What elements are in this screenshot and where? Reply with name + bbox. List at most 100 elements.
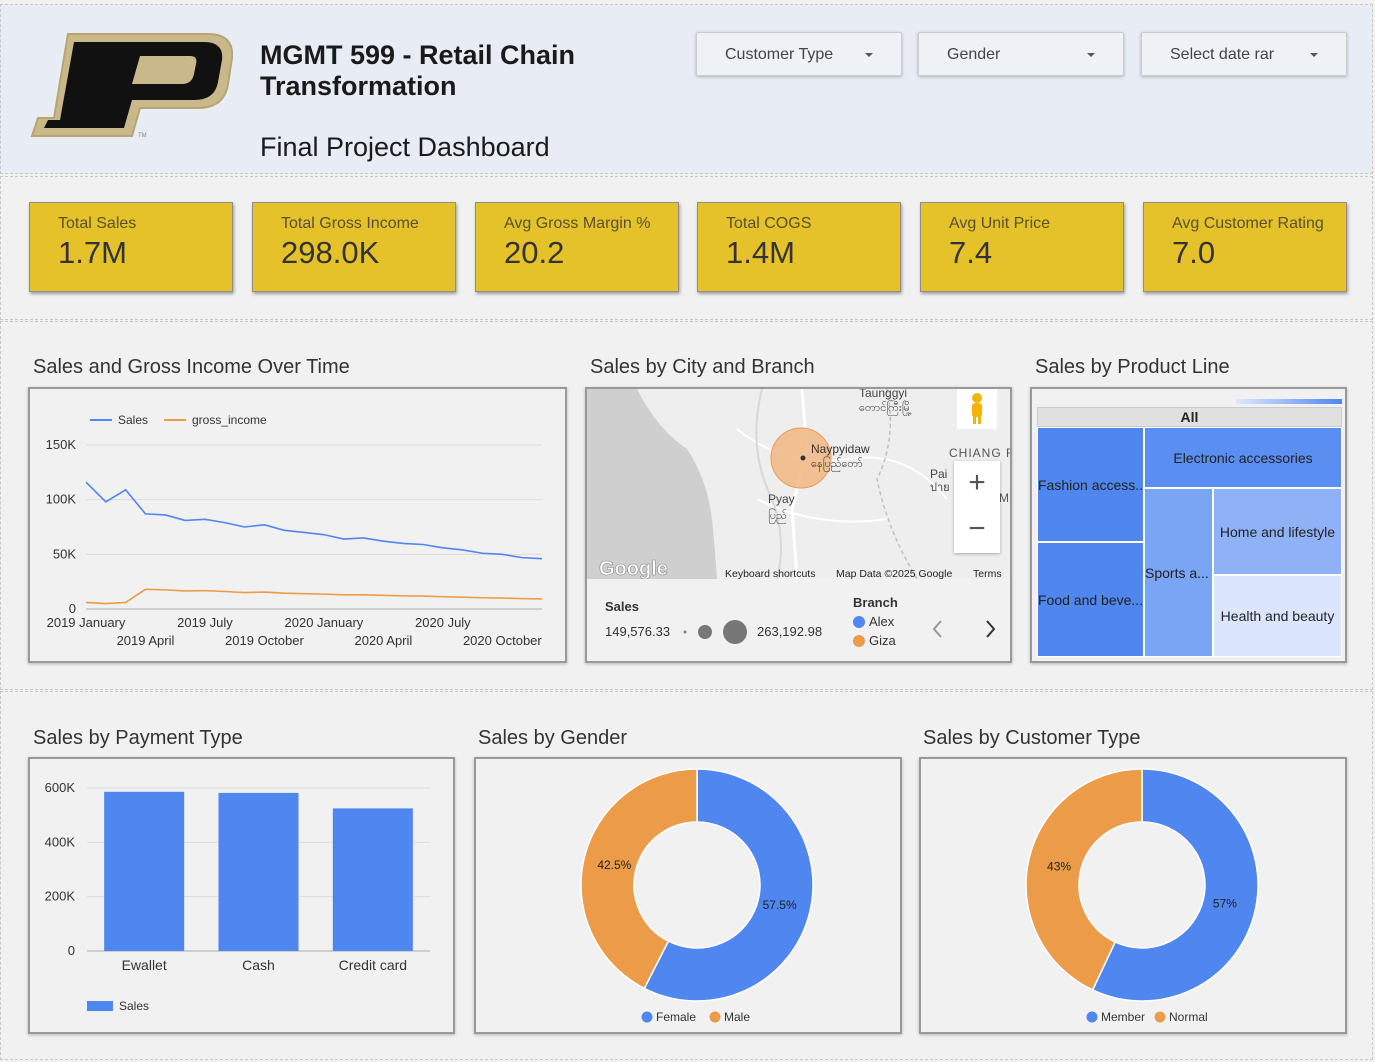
y-tick-label: 50K [53,546,76,561]
kpi-total-sales: Total Sales 1.7M [29,202,233,292]
x-tick-label: 2019 April [117,633,175,648]
x-tick-label: 2020 July [415,615,471,630]
payment-chart-title: Sales by Payment Type [33,727,243,749]
map-place-label: Naypyidaw [811,442,870,456]
map-data-attribution: Map Data ©2025 Google [836,568,952,579]
chevron-left-icon[interactable] [932,620,942,638]
kpi-value: 7.4 [949,235,993,270]
purdue-p-logo: TM [30,33,234,139]
treemap-title: Sales by Product Line [1035,356,1230,378]
treemap-cell-home[interactable]: Home and lifestyle [1213,488,1342,575]
legend-label: Sales [118,413,148,427]
size-legend-dot [698,625,712,639]
y-tick-label: 200K [45,889,76,904]
map-panel: Taunggyi တောင်ကြီးမြို့ Naypyidaw နေပြည်… [585,387,1012,663]
chevron-down-icon [865,53,873,57]
x-tick-label: 2019 July [177,615,233,630]
map-place-label: Pyay [768,492,795,506]
y-tick-label: 100K [46,492,77,507]
kpi-label: Avg Customer Rating [1172,215,1324,232]
keyboard-shortcuts-link[interactable]: Keyboard shortcuts [725,568,815,579]
branch-legend-item: Giza [869,633,897,648]
chevron-right-icon[interactable] [986,620,996,638]
pegman-leg [978,415,981,424]
treemap-label: Electronic accessories [1173,449,1313,466]
treemap-cell-sports[interactable]: Sports a... [1144,488,1213,657]
kpi-total-gross-income: Total Gross Income 298.0K [252,202,456,292]
treemap-color-scale [1236,399,1342,404]
kpi-label: Total Gross Income [281,215,419,232]
treemap-panel: All Fashion access... Food and beve... E… [1030,387,1347,663]
branch-legend-item: Alex [869,614,895,629]
treemap-cell-fashion[interactable]: Fashion access... [1037,427,1144,542]
legend-label: Member [1101,1010,1145,1024]
legend-swatch [1086,1011,1098,1023]
legend-label: Male [724,1010,750,1024]
kpi-avg-unit-price: Avg Unit Price 7.4 [920,202,1124,292]
treemap-root-header[interactable]: All [1037,407,1342,427]
dashboard-title: MGMT 599 - Retail Chain Transformation [260,40,576,101]
x-tick-label: Cash [242,957,275,973]
map-place-label: M [999,491,1009,505]
treemap-cell-health[interactable]: Health and beauty [1213,575,1342,657]
terms-link[interactable]: Terms [973,568,1002,579]
kpi-value: 7.0 [1172,235,1216,270]
x-tick-label: 2020 April [354,633,412,648]
size-legend-min: 149,576.33 [605,624,670,639]
kpi-label: Avg Unit Price [949,215,1051,232]
pegman-body [972,403,982,417]
gender-chart-title: Sales by Gender [478,727,627,749]
dashboard-subtitle: Final Project Dashboard [260,132,550,162]
gender-donut-chart: 57.5% 42.5% Female Male [580,768,814,1024]
treemap-label: Home and lifestyle [1219,523,1336,540]
treemap-label: Fashion access... [1038,476,1144,493]
series-line-gross_income [85,588,543,605]
y-tick-label: 600K [45,780,76,795]
bar-cash [218,792,299,951]
time-chart-panel: 0 50K 100K 150K 2019 January 2019 July 2020 Ja… [28,387,567,663]
treemap-cell-food[interactable]: Food and beve... [1037,542,1144,657]
time-line-chart: 0 50K 100K 150K 2019 January 2019 July 2020 Ja… [46,413,543,648]
treemap-cell-electronic[interactable]: Electronic accessories [1144,427,1342,488]
date-range-filter-label: Select date rar [1170,46,1275,63]
map-title: Sales by City and Branch [590,356,815,378]
kpi-value: 1.4M [726,235,795,270]
x-tick-label: 2020 October [463,633,542,648]
pegman-head [972,393,982,403]
legend-label: Female [656,1010,696,1024]
slice-label: 57.5% [763,898,797,912]
gender-filter-label: Gender [947,46,1001,63]
legend-swatch [641,1011,653,1023]
street-view-pegman-icon[interactable] [957,389,997,429]
map-place-label: CHIANG R [949,446,1010,460]
slice-label: 57% [1213,897,1237,911]
map-place-label: Pai [930,467,947,481]
zoom-out-button[interactable]: − [954,507,1000,553]
kpi-label: Total Sales [58,215,137,232]
customer-chart-panel: 57% 43% Member Normal [919,757,1347,1034]
kpi-value: 1.7M [58,235,127,270]
legend-swatch [709,1011,721,1023]
y-tick-label: 150K [46,437,77,452]
zoom-in-button[interactable]: + [954,461,1000,507]
treemap-label: Food and beve... [1038,591,1144,608]
legend-label: gross_income [192,413,267,427]
kpi-value: 20.2 [504,235,565,270]
date-range-filter[interactable]: Select date rar [1141,32,1347,76]
map-place-label: ပြည် [768,508,787,524]
chevron-down-icon [1087,53,1095,57]
y-tick-label: 400K [45,834,76,849]
gender-filter[interactable]: Gender [918,32,1124,76]
x-tick-label: 2019 October [225,633,304,648]
size-legend-max: 263,192.98 [757,624,822,639]
customer-type-filter[interactable]: Customer Type [696,32,902,76]
kpi-label: Total COGS [726,215,812,232]
branch-legend-swatch [853,616,865,628]
y-tick-label: 0 [68,943,75,958]
pegman-leg [973,415,976,424]
map-canvas[interactable]: Taunggyi တောင်ကြီးမြို့ Naypyidaw နေပြည်… [587,389,1010,579]
map-place-label: Taunggyi [859,389,907,400]
x-tick-label: Credit card [339,957,407,973]
legend-label: Normal [1169,1010,1208,1024]
legend-label: Sales [119,999,149,1013]
